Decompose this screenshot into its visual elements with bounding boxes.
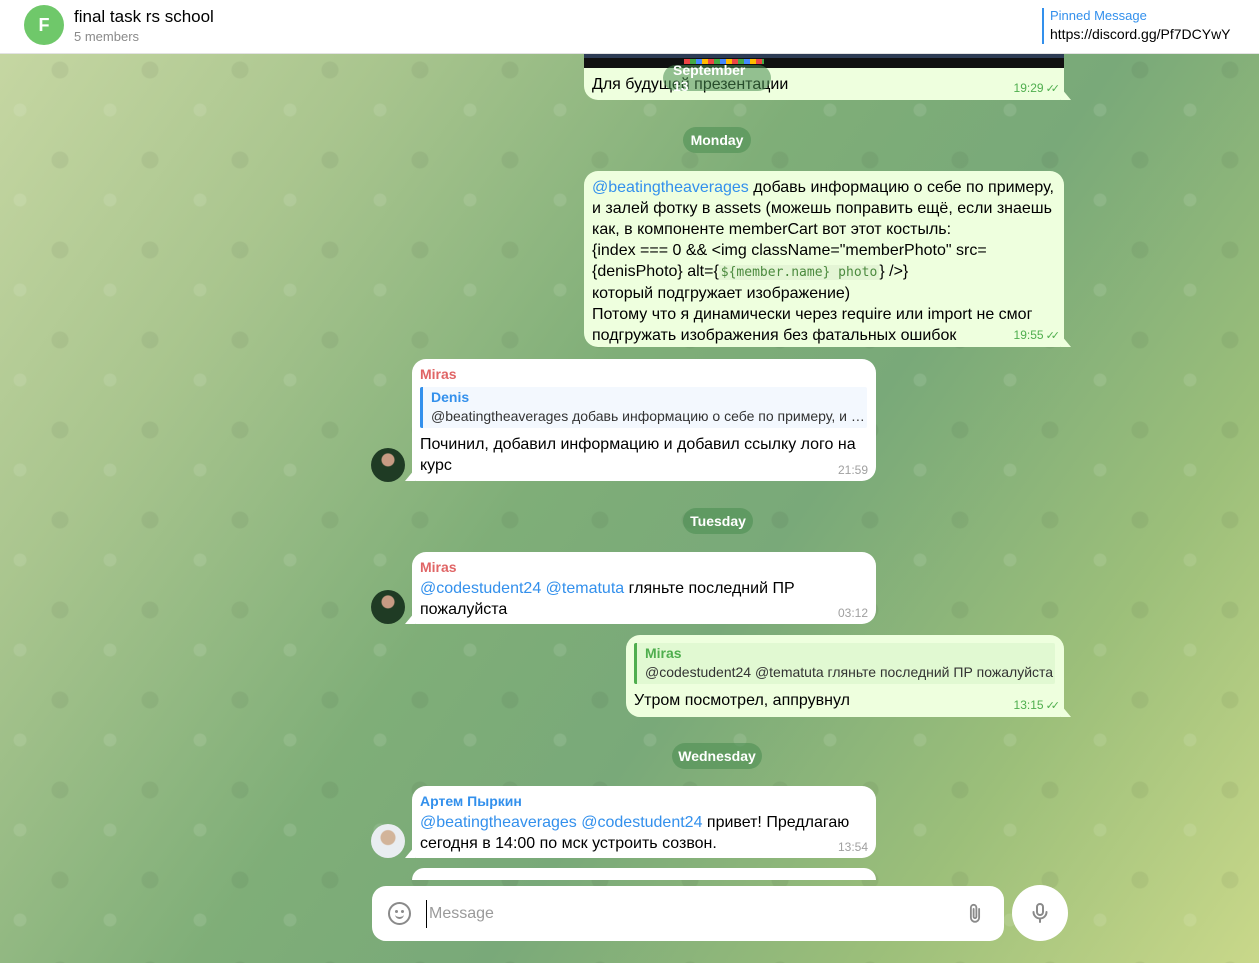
reply-quote[interactable]: Miras @codestudent24 @tematuta гляньте п…	[634, 643, 1055, 684]
mention-link[interactable]: @beatingtheaverages	[592, 179, 749, 196]
message-bubble-partial	[412, 868, 876, 880]
message-text: привет! Предлагаю	[702, 814, 850, 831]
message-text: {denisPhoto} alt={	[592, 263, 719, 280]
date-chip: Tuesday	[683, 508, 753, 534]
message-time: 21:59	[837, 463, 868, 477]
pinned-message[interactable]: Pinned Message https://discord.gg/Pf7DCY…	[1042, 8, 1231, 44]
message-bubble-incoming[interactable]: Miras @codestudent24 @tematuta гляньте п…	[412, 552, 876, 624]
reply-author: Miras	[645, 645, 682, 661]
chat-avatar[interactable]: F	[24, 5, 64, 45]
microphone-icon	[1032, 903, 1048, 923]
message-time: 13:15 ✓✓	[1013, 698, 1061, 712]
date-chip: September 13	[663, 62, 771, 94]
message-composer[interactable]	[372, 886, 1004, 941]
reply-text: @beatingtheaverages добавь информацию о …	[431, 408, 867, 424]
sender-name[interactable]: Miras	[420, 365, 867, 383]
reply-author: Denis	[431, 389, 470, 405]
message-bubble-outgoing[interactable]: Miras @codestudent24 @tematuta гляньте п…	[626, 635, 1064, 717]
message-text: как, в компоненте memberCart вот этот ко…	[592, 221, 952, 238]
double-check-icon: ✓✓	[1045, 700, 1061, 712]
reply-text: @codestudent24 @tematuta гляньте последн…	[645, 664, 1054, 680]
message-text: гляньте последний ПР	[624, 580, 795, 597]
image-taskbar	[584, 54, 1064, 58]
message-text: Починил, добавил информацию и добавил сс…	[420, 436, 856, 453]
sender-name[interactable]: Артем Пыркин	[420, 792, 867, 810]
double-check-icon: ✓✓	[1045, 330, 1061, 342]
message-bubble-outgoing[interactable]: Для будущей презентации 19:29✓✓	[584, 68, 1064, 100]
message-text: Утром посмотрел, аппрувнул	[634, 692, 850, 709]
voice-record-button[interactable]	[1012, 885, 1068, 941]
date-chip: Wednesday	[672, 743, 762, 769]
avatar[interactable]	[371, 824, 405, 858]
smile-icon[interactable]	[388, 902, 411, 925]
message-time: 19:55 ✓✓	[1013, 328, 1061, 342]
message-text: подгружать изображения без фатальных оши…	[592, 327, 957, 344]
message-text: и залей фотку в assets (можешь поправить…	[592, 200, 1052, 217]
message-text: пожалуйста	[420, 601, 508, 618]
message-bubble-incoming[interactable]: Miras Denis @beatingtheaverages добавь и…	[412, 359, 876, 481]
message-text: Потому что я динамически через require и…	[592, 306, 1033, 323]
pinned-label: Pinned Message	[1050, 8, 1147, 23]
sender-name[interactable]: Miras	[420, 558, 867, 576]
message-bubble-outgoing[interactable]: @beatingtheaverages добавь информацию о …	[584, 171, 1064, 347]
reply-quote[interactable]: Denis @beatingtheaverages добавь информа…	[420, 387, 867, 428]
date-chip: Monday	[683, 127, 751, 153]
paperclip-icon[interactable]	[964, 902, 986, 926]
mention-link[interactable]: @tematuta	[546, 580, 625, 597]
message-text: добавь информацию о себе по примеру,	[748, 179, 1054, 196]
avatar[interactable]	[371, 448, 405, 482]
chat-header[interactable]: F final task rs school 5 members Pinned …	[0, 0, 1259, 54]
mention-link[interactable]: @beatingtheaverages	[420, 814, 577, 831]
message-text: {index === 0 && <img className="memberPh…	[592, 242, 987, 259]
chat-title[interactable]: final task rs school	[74, 7, 214, 27]
members-count: 5 members	[74, 29, 140, 44]
pinned-text: https://discord.gg/Pf7DCYwY	[1050, 26, 1231, 42]
avatar[interactable]	[371, 590, 405, 624]
message-bubble-incoming[interactable]: Артем Пыркин @beatingtheaverages @codest…	[412, 786, 876, 858]
message-time: 19:29 ✓✓	[1013, 81, 1061, 95]
message-text: } />}	[879, 263, 909, 280]
double-check-icon: ✓✓	[1045, 83, 1061, 95]
message-input[interactable]	[426, 900, 946, 928]
message-time: 13:54	[837, 840, 868, 854]
mention-link[interactable]: @codestudent24	[420, 580, 541, 597]
message-text: курс	[420, 457, 452, 474]
message-text: сегодня в 14:00 по мск устроить созвон.	[420, 835, 717, 852]
inline-code[interactable]: ${member.name} photo	[718, 265, 880, 280]
message-text: который подгружает изображение)	[592, 285, 851, 302]
mention-link[interactable]: @codestudent24	[581, 814, 702, 831]
message-time: 03:12	[837, 606, 868, 620]
message-image[interactable]	[584, 54, 1064, 68]
